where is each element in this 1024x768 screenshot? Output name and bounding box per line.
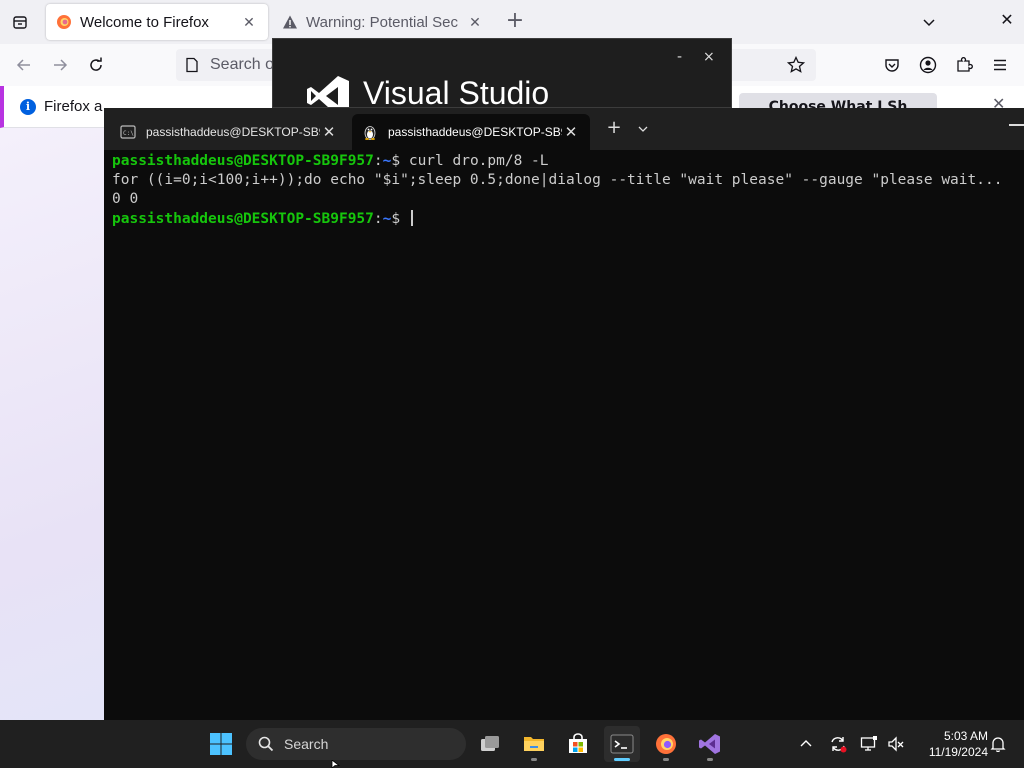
close-tab-icon[interactable]: ✕	[562, 123, 580, 141]
firefox-taskbar-button[interactable]	[648, 726, 684, 762]
microsoft-store-button[interactable]	[560, 726, 596, 762]
tab-label: Warning: Potential Sec	[306, 13, 459, 31]
linux-penguin-icon	[364, 126, 376, 140]
new-tab-plus-icon[interactable]: +	[503, 10, 527, 34]
close-tab-icon[interactable]: ✕	[240, 14, 258, 31]
hamburger-menu-icon[interactable]	[988, 53, 1012, 77]
start-button[interactable]	[203, 726, 239, 762]
terminal-line: 0 0	[112, 190, 1022, 209]
terminal-tab-2[interactable]: passisthaddeus@DESKTOP-SB9F957 ✕	[352, 114, 590, 150]
store-bag-icon	[569, 733, 587, 753]
info-icon: i	[20, 99, 36, 115]
terminal-icon	[610, 734, 634, 754]
output-text: for ((i=0;i<100;i++));do echo "$i";sleep…	[112, 172, 1003, 189]
volume-muted-icon[interactable]	[886, 734, 906, 754]
task-view-button[interactable]	[472, 726, 508, 762]
prompt-separator: :	[373, 153, 383, 169]
notification-bell-icon[interactable]	[988, 734, 1008, 754]
close-window-icon[interactable]: ✕	[996, 10, 1018, 32]
output-text: 0 0	[112, 191, 139, 208]
close-button[interactable]: ×	[703, 49, 715, 65]
pocket-icon[interactable]	[880, 53, 904, 77]
terminal-tab-1[interactable]: C:\ passisthaddeus@DESKTOP-SB9F957 ✕	[110, 114, 348, 150]
command-text: curl dro.pm/8 -L	[400, 153, 549, 169]
firefox-logo-icon	[656, 734, 676, 754]
clock-date: 11/19/2024	[928, 745, 988, 759]
search-label: Search	[284, 736, 329, 752]
firefox-tab-welcome[interactable]: Welcome to Firefox ✕	[46, 4, 268, 40]
firefox-tab-warning[interactable]: Warning: Potential Sec ✕	[272, 4, 494, 40]
network-display-icon[interactable]	[859, 734, 879, 754]
visual-studio-splash-window: - × Visual Studio	[272, 38, 732, 108]
terminal-line: for ((i=0;i<100;i++));do echo "$i";sleep…	[112, 171, 1022, 190]
mouse-pointer-icon	[331, 760, 341, 768]
close-tab-icon[interactable]: ✕	[320, 123, 338, 141]
visual-studio-logo-icon	[699, 734, 720, 754]
windows-taskbar: Search 5:03 AM 11/19/2024	[0, 720, 1024, 768]
account-icon[interactable]	[916, 53, 940, 77]
folder-icon	[524, 737, 544, 751]
system-clock[interactable]: 5:03 AM 11/19/2024	[912, 728, 988, 760]
terminal-tab-label: passisthaddeus@DESKTOP-SB9F957	[388, 125, 562, 139]
clock-time: 5:03 AM	[943, 729, 988, 743]
windows-logo-icon	[210, 733, 232, 755]
prompt-user: passisthaddeus@DESKTOP-SB9F957	[112, 153, 374, 169]
terminal-output[interactable]: passisthaddeus@DESKTOP-SB9F957:~$ curl d…	[112, 152, 1022, 712]
minimize-button[interactable]: -	[677, 49, 682, 65]
terminal-line: passisthaddeus@DESKTOP-SB9F957:~$ curl d…	[112, 152, 1022, 171]
task-view-icon	[481, 736, 499, 751]
prompt-symbol: $	[391, 210, 401, 227]
show-hidden-icons-chevron-up-icon[interactable]	[796, 734, 816, 754]
reload-icon[interactable]	[84, 53, 108, 77]
prompt-symbol: $	[391, 153, 401, 169]
terminal-line: passisthaddeus@DESKTOP-SB9F957:~$	[112, 209, 1022, 229]
notification-text: Firefox a	[44, 98, 103, 115]
search-icon	[258, 736, 274, 752]
taskbar-search-box[interactable]: Search	[246, 728, 466, 760]
chevron-down-icon[interactable]	[634, 120, 652, 138]
back-arrow-icon[interactable]	[12, 53, 36, 77]
page-icon	[186, 57, 198, 73]
prompt-separator: :	[373, 210, 383, 227]
running-indicator	[707, 758, 713, 761]
visual-studio-logo-icon	[307, 76, 349, 107]
file-explorer-button[interactable]	[516, 726, 552, 762]
firefox-logo-icon	[57, 15, 71, 29]
svg-text:C:\: C:\	[123, 130, 134, 137]
forward-arrow-icon[interactable]	[48, 53, 72, 77]
chevron-down-icon[interactable]	[918, 12, 940, 34]
text-cursor	[410, 209, 413, 226]
visual-studio-title: Visual Studio	[363, 75, 550, 108]
bookmark-star-icon[interactable]	[784, 53, 808, 77]
url-bar-text: Search o	[210, 56, 275, 73]
sync-update-icon[interactable]	[828, 734, 848, 754]
visual-studio-taskbar-button[interactable]	[692, 726, 728, 762]
running-indicator	[531, 758, 537, 761]
extensions-puzzle-icon[interactable]	[952, 53, 976, 77]
warning-icon	[283, 15, 297, 29]
minimize-icon[interactable]	[1009, 124, 1024, 126]
terminal-tab-bar: C:\ passisthaddeus@DESKTOP-SB9F957 ✕ pas…	[104, 108, 1024, 150]
list-all-tabs-icon[interactable]	[8, 10, 32, 34]
active-indicator	[614, 758, 630, 761]
running-indicator	[663, 758, 669, 761]
windows-terminal-window: C:\ passisthaddeus@DESKTOP-SB9F957 ✕ pas…	[104, 108, 1024, 720]
close-tab-icon[interactable]: ✕	[466, 14, 484, 31]
terminal-tab-label: passisthaddeus@DESKTOP-SB9F957	[146, 125, 320, 139]
prompt-user: passisthaddeus@DESKTOP-SB9F957	[112, 210, 374, 227]
terminal-profile-icon: C:\	[120, 125, 136, 139]
terminal-taskbar-button[interactable]	[604, 726, 640, 762]
new-tab-plus-icon[interactable]: +	[604, 118, 624, 138]
tab-label: Welcome to Firefox	[80, 13, 209, 31]
